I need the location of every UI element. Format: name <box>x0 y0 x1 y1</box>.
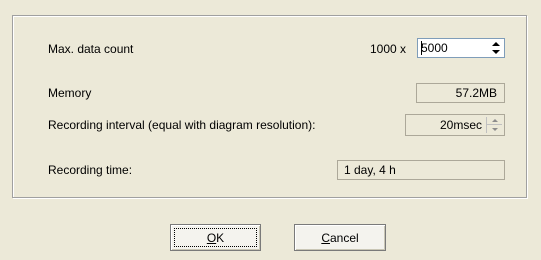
cancel-button-label: Cancel <box>321 230 359 245</box>
ok-button[interactable]: OK <box>170 224 261 251</box>
spin-buttons-disabled <box>486 117 502 133</box>
cancel-button[interactable]: Cancel <box>294 224 386 251</box>
spin-down-arrow-icon <box>491 127 498 131</box>
spin-down-arrow-icon <box>491 50 500 54</box>
recording-time-value: 1 day, 4 h <box>337 160 505 180</box>
memory-label: Memory <box>48 86 92 100</box>
spin-up-arrow-icon <box>491 119 498 122</box>
recording-time-label: Recording time: <box>48 163 133 177</box>
spin-up-button[interactable] <box>487 117 502 125</box>
multiplier-label: 1000 x <box>370 42 407 56</box>
memory-value: 57.2MB <box>416 83 505 103</box>
spin-down-button[interactable] <box>487 125 502 133</box>
spin-buttons <box>488 40 503 56</box>
spin-up-arrow-icon <box>491 42 500 46</box>
focus-rect <box>174 228 257 247</box>
max-data-count-label: Max. data count <box>48 42 134 56</box>
text-caret <box>421 41 422 55</box>
spin-down-button[interactable] <box>488 48 503 56</box>
dialog: Max. data count 1000 x 5000 Memory 57.2M… <box>0 0 541 260</box>
recording-interval-value: 20msec <box>439 118 482 132</box>
recording-interval-label: Recording interval (equal with diagram r… <box>48 118 316 132</box>
recording-interval-spinner[interactable]: 20msec <box>405 114 505 136</box>
max-data-count-spinner[interactable]: 5000 <box>417 38 505 58</box>
max-data-count-input[interactable]: 5000 <box>421 41 448 55</box>
spin-up-button[interactable] <box>488 40 503 48</box>
